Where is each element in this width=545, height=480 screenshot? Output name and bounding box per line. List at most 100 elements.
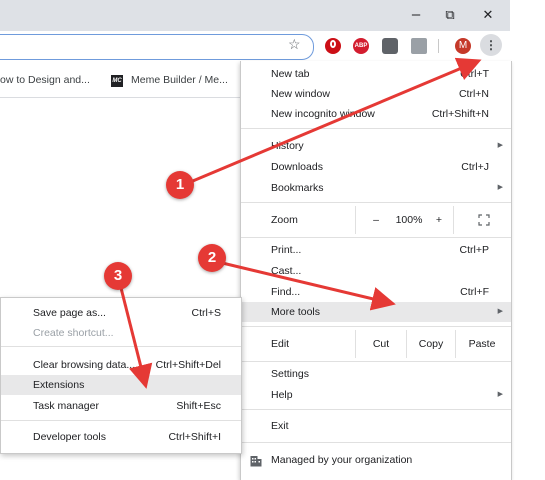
menu-item-shortcut: Ctrl+F [460, 286, 489, 298]
menu-item-label: Managed by your organization [271, 454, 413, 466]
submenu-arrow-icon: ▶ [497, 184, 503, 191]
submenu-item-developer-tools[interactable]: Developer tools Ctrl+Shift+I [1, 427, 241, 447]
zoom-level: 100% [395, 214, 423, 226]
menu-divider [241, 409, 511, 410]
address-bar[interactable] [0, 34, 314, 60]
submenu-item-clear-data[interactable]: Clear browsing data... Ctrl+Shift+Del [1, 355, 241, 375]
menu-divider [241, 128, 511, 129]
menu-divider [241, 361, 511, 362]
menu-item-label: Find... [271, 286, 301, 298]
submenu-item-label: Task manager [33, 400, 99, 412]
menu-item-new-incognito[interactable]: New incognito window Ctrl+Shift+N [241, 104, 511, 124]
menu-item-new-tab[interactable]: New tab Ctrl+T [241, 64, 511, 84]
zoom-divider [355, 206, 356, 234]
submenu-item-label: Extensions [33, 379, 85, 391]
menu-item-label: Help [271, 389, 293, 401]
desktop-background [510, 0, 545, 480]
submenu-item-label: Save page as... [33, 307, 106, 319]
menu-item-shortcut: Ctrl+N [458, 88, 489, 100]
toolbar-separator [438, 39, 439, 53]
fullscreen-icon[interactable] [473, 206, 495, 234]
submenu-item-shortcut: Ctrl+Shift+Del [155, 359, 221, 371]
submenu-item-task-manager[interactable]: Task manager Shift+Esc [1, 396, 241, 416]
adblock-extension-icon[interactable]: ABP [353, 38, 369, 54]
submenu-item-label: Clear browsing data... [33, 359, 136, 371]
menu-item-label: Print... [271, 244, 302, 256]
menu-item-find[interactable]: Find... Ctrl+F [241, 282, 511, 302]
title-bar: – ⧉ ✕ [0, 0, 510, 31]
bookmark-meme-builder[interactable]: Meme Builder / Me... [131, 74, 228, 86]
menu-item-help[interactable]: Help ▶ [241, 385, 511, 405]
menu-divider [241, 237, 511, 238]
menu-item-zoom: Zoom – 100% + [241, 206, 511, 234]
menu-item-label: Bookmarks [271, 182, 324, 194]
submenu-item-label: Create shortcut... [33, 327, 114, 339]
step-badge-1: 1 [166, 171, 194, 199]
minimize-button[interactable]: – [399, 0, 433, 31]
menu-item-more-tools[interactable]: More tools ▶ [241, 302, 511, 322]
menu-item-exit[interactable]: Exit [241, 416, 511, 436]
menu-item-shortcut: Ctrl+J [461, 161, 489, 173]
menu-item-label: More tools [271, 306, 321, 318]
zoom-in-button[interactable]: + [429, 206, 449, 234]
opera-extension-icon[interactable] [325, 38, 341, 54]
chrome-menu-button[interactable]: ⋮ [480, 34, 502, 56]
submenu-item-extensions[interactable]: Extensions [1, 375, 241, 395]
submenu-arrow-icon: ▶ [497, 391, 503, 398]
close-button[interactable]: ✕ [471, 0, 505, 31]
paste-button[interactable]: Paste [456, 330, 508, 358]
menu-item-cast[interactable]: Cast... [241, 261, 511, 281]
menu-item-print[interactable]: Print... Ctrl+P [241, 240, 511, 260]
submenu-divider [1, 420, 241, 421]
step-badge-2: 2 [198, 244, 226, 272]
puzzle-extension-icon[interactable] [382, 38, 398, 54]
submenu-item-shortcut: Shift+Esc [176, 400, 221, 412]
submenu-item-shortcut: Ctrl+S [191, 307, 221, 319]
maximize-button[interactable]: ⧉ [433, 0, 467, 31]
menu-item-shortcut: Ctrl+T [460, 68, 489, 80]
menu-divider [241, 442, 511, 443]
menu-item-new-window[interactable]: New window Ctrl+N [241, 84, 511, 104]
menu-divider [241, 326, 511, 327]
step-badge-3: 3 [104, 262, 132, 290]
menu-item-label: New tab [271, 68, 310, 80]
zoom-out-button[interactable]: – [365, 206, 387, 234]
submenu-item-shortcut: Ctrl+Shift+I [168, 431, 221, 443]
bookmark-design[interactable]: ow to Design and... [0, 74, 90, 86]
chrome-main-menu: New tab Ctrl+T New window Ctrl+N New inc… [240, 61, 512, 480]
zoom-label: Zoom [271, 214, 298, 226]
menu-item-label: New window [271, 88, 330, 100]
menu-item-label: Exit [271, 420, 289, 432]
building-icon [250, 454, 262, 474]
menu-item-label: History [271, 140, 304, 152]
menu-divider [241, 202, 511, 203]
submenu-item-create-shortcut[interactable]: Create shortcut... [1, 323, 241, 343]
zoom-divider [453, 206, 454, 234]
menu-item-downloads[interactable]: Downloads Ctrl+J [241, 157, 511, 177]
submenu-arrow-icon: ▶ [497, 142, 503, 149]
menu-item-shortcut: Ctrl+P [459, 244, 489, 256]
menu-item-label: Settings [271, 368, 309, 380]
menu-item-settings[interactable]: Settings [241, 364, 511, 384]
menu-item-history[interactable]: History ▶ [241, 136, 511, 156]
menu-item-bookmarks[interactable]: Bookmarks ▶ [241, 178, 511, 198]
menu-item-edit: Edit Cut Copy Paste [241, 330, 511, 358]
submenu-arrow-icon: ▶ [497, 308, 503, 315]
edit-label: Edit [271, 338, 290, 350]
profile-avatar[interactable]: M [455, 38, 471, 54]
menu-item-label: Downloads [271, 161, 323, 173]
more-tools-submenu: Save page as... Ctrl+S Create shortcut..… [0, 297, 242, 454]
browser-toolbar: ☆ ABP M ⋮ [0, 31, 510, 61]
star-icon[interactable]: ☆ [288, 36, 301, 53]
submenu-item-label: Developer tools [33, 431, 106, 443]
copy-button[interactable]: Copy [407, 330, 455, 358]
gray-extension-icon[interactable] [411, 38, 427, 54]
menu-item-label: Cast... [271, 265, 302, 277]
submenu-item-save-page[interactable]: Save page as... Ctrl+S [1, 303, 241, 323]
cut-button[interactable]: Cut [356, 330, 406, 358]
menu-item-shortcut: Ctrl+Shift+N [431, 108, 489, 120]
menu-item-managed[interactable]: Managed by your organization [241, 450, 511, 470]
menu-item-label: New incognito window [271, 108, 375, 120]
meme-builder-favicon: MC [111, 75, 123, 87]
submenu-divider [1, 346, 241, 347]
